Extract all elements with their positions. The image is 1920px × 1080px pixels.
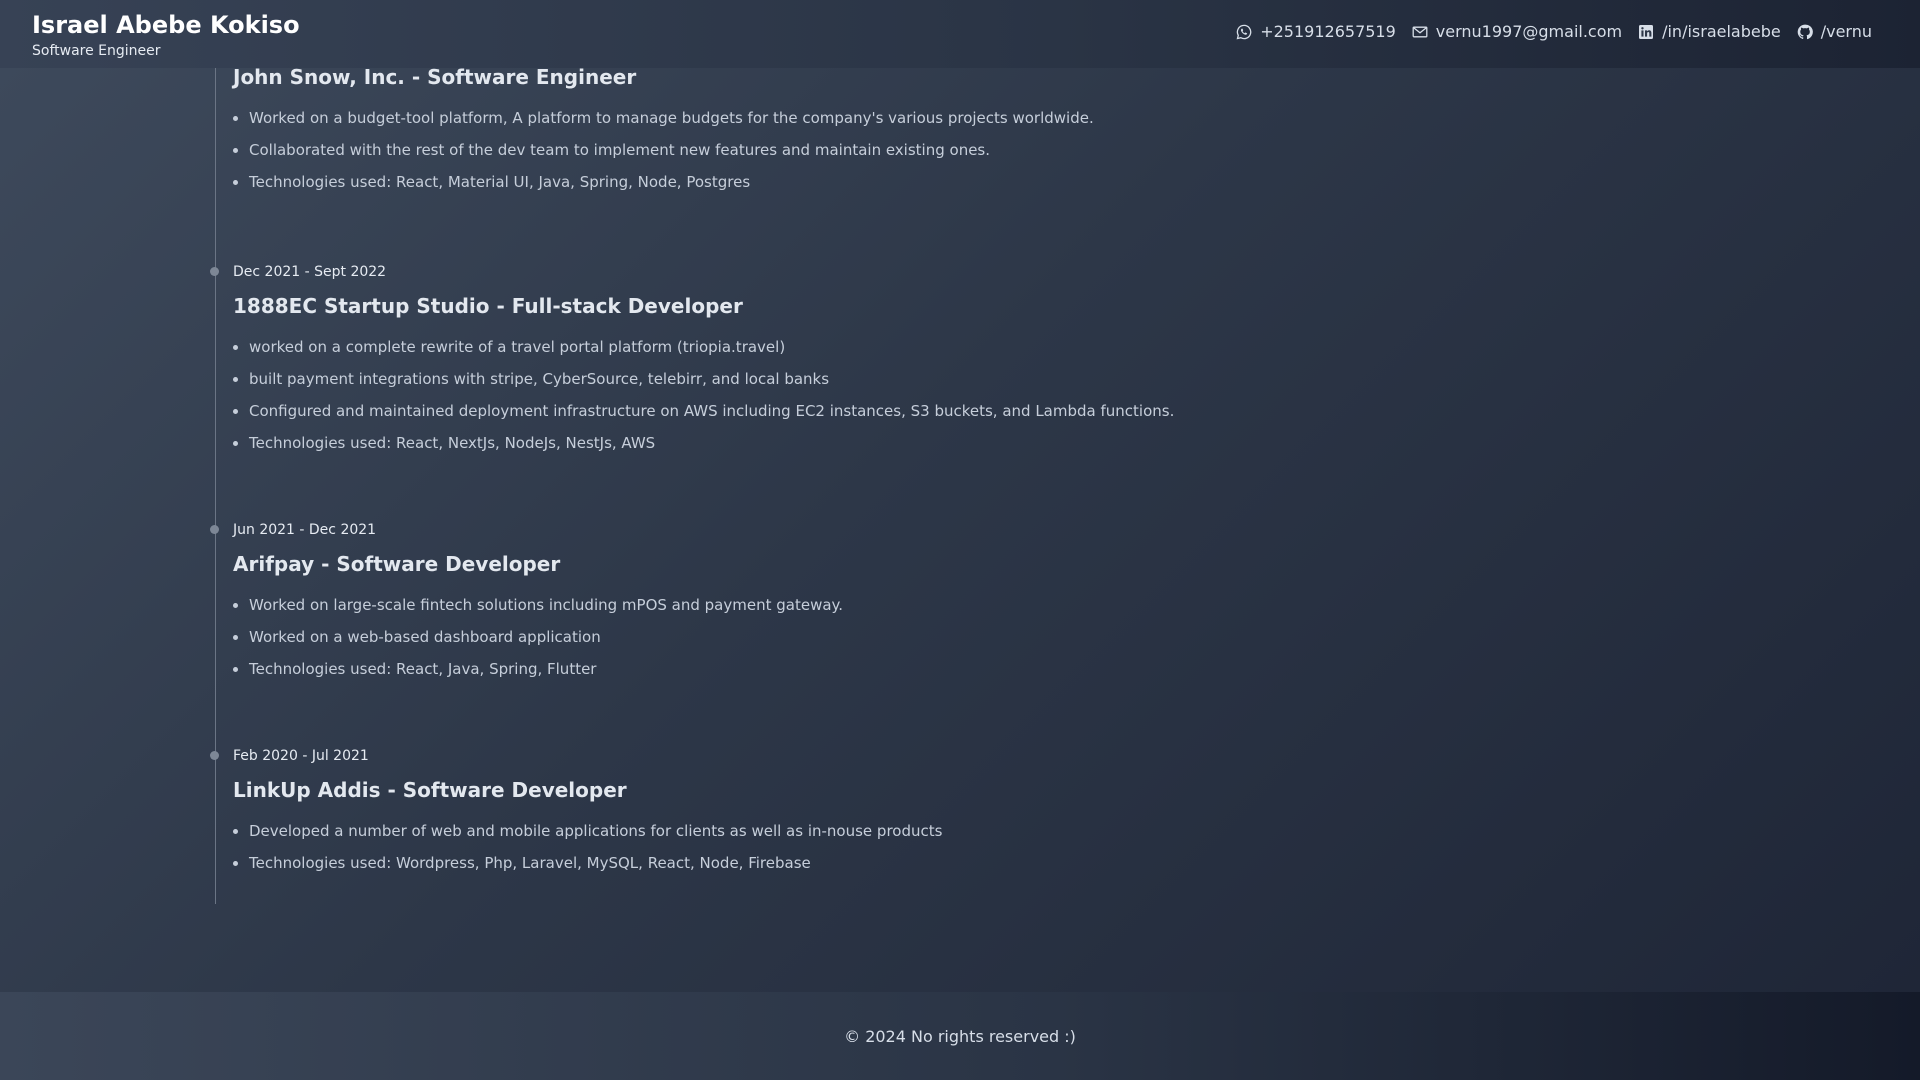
mail-icon [1412, 24, 1428, 40]
experience-entry: Dec 2021 - Sept 2022 1888EC Startup Stud… [210, 263, 1633, 459]
list-item: Technologies used: Wordpress, Php, Larav… [249, 847, 1633, 879]
linkedin-link[interactable]: /in/israelabebe [1638, 22, 1781, 41]
experience-bullets: Worked on a budget-tool platform, A plat… [233, 102, 1633, 198]
experience-bullets: Worked on large-scale fintech solutions … [233, 589, 1633, 685]
profile-name: Israel Abebe Kokiso [32, 11, 300, 39]
experience-bullets: worked on a complete rewrite of a travel… [233, 331, 1633, 459]
email-address: vernu1997@gmail.com [1435, 22, 1623, 41]
experience-entry: John Snow, Inc. - Software Engineer Work… [233, 63, 1633, 198]
copyright-text: © 2024 No rights reserved :) [844, 1026, 1076, 1046]
brand: Israel Abebe Kokiso Software Engineer [32, 10, 300, 59]
experience-entry: Jun 2021 - Dec 2021 Arifpay - Software D… [210, 521, 1633, 685]
experience-entry: Feb 2020 - Jul 2021 LinkUp Addis - Softw… [210, 747, 1633, 879]
list-item: Technologies used: React, Java, Spring, … [249, 653, 1633, 685]
github-handle: /vernu [1820, 22, 1872, 41]
experience-date: Dec 2021 - Sept 2022 [233, 264, 387, 280]
timeline-dot [210, 267, 219, 276]
experience-role: 1888EC Startup Studio - Full-stack Devel… [233, 294, 743, 318]
list-item: Developed a number of web and mobile app… [249, 815, 1633, 847]
list-item: Technologies used: React, Material UI, J… [249, 166, 1633, 198]
list-item: Technologies used: React, NextJs, NodeJs… [249, 427, 1633, 459]
experience-role: LinkUp Addis - Software Developer [233, 778, 627, 802]
list-item: Configured and maintained deployment inf… [249, 395, 1633, 427]
whatsapp-number: +251912657519 [1260, 22, 1396, 41]
whatsapp-link[interactable]: +251912657519 [1236, 22, 1396, 41]
experience-date: Feb 2020 - Jul 2021 [233, 748, 369, 764]
list-item: worked on a complete rewrite of a travel… [249, 331, 1633, 363]
experience-timeline [215, 68, 216, 904]
github-icon [1797, 24, 1813, 40]
list-item: Collaborated with the rest of the dev te… [249, 134, 1633, 166]
experience-role: Arifpay - Software Developer [233, 552, 561, 576]
linkedin-handle: /in/israelabebe [1662, 22, 1781, 41]
profile-title: Software Engineer [32, 43, 161, 59]
github-link[interactable]: /vernu [1797, 22, 1872, 41]
site-footer: © 2024 No rights reserved :) [0, 992, 1920, 1080]
email-link[interactable]: vernu1997@gmail.com [1412, 22, 1622, 41]
list-item: Worked on large-scale fintech solutions … [249, 589, 1633, 621]
list-item: Worked on a budget-tool platform, A plat… [249, 102, 1633, 134]
experience-bullets: Developed a number of web and mobile app… [233, 815, 1633, 879]
list-item: built payment integrations with stripe, … [249, 363, 1633, 395]
list-item: Worked on a web-based dashboard applicat… [249, 621, 1633, 653]
whatsapp-icon [1236, 24, 1252, 40]
timeline-dot [210, 525, 219, 534]
site-header: Israel Abebe Kokiso Software Engineer +2… [0, 0, 1920, 68]
linkedin-icon [1638, 24, 1654, 40]
timeline-dot [210, 751, 219, 760]
experience-date: Jun 2021 - Dec 2021 [233, 522, 377, 538]
contact-links: +251912657519 vernu1997@gmail.com /in/is… [1236, 22, 1872, 41]
